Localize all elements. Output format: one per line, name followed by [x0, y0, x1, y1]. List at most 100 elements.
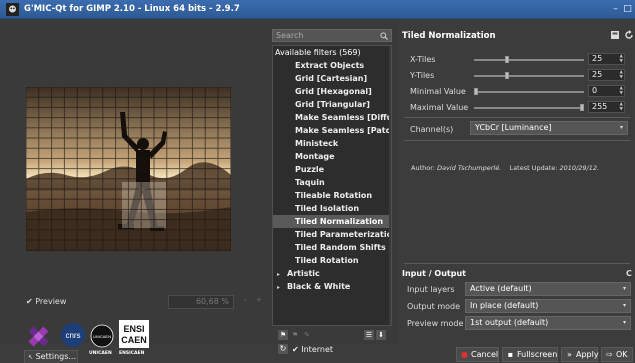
- copy-icon[interactable]: [610, 30, 620, 40]
- x-tiles-spinbox[interactable]: 25 ▲ ▼: [588, 53, 625, 65]
- splitter[interactable]: [404, 263, 630, 264]
- slider-handle[interactable]: [505, 56, 509, 63]
- filter-item[interactable]: Tiled Isolation: [273, 202, 391, 215]
- gmic-app-icon: [6, 3, 19, 16]
- cancel-button[interactable]: ● Cancel: [456, 347, 499, 362]
- preview-mode-value: 1st output (default): [470, 318, 549, 327]
- rename-icon[interactable]: ✎: [302, 330, 312, 340]
- filter-item[interactable]: Puzzle: [273, 163, 391, 176]
- chevron-down-icon: ▾: [622, 285, 626, 292]
- x-tiles-label: X-Tiles: [410, 55, 436, 64]
- spin-arrows-icon[interactable]: ▲ ▼: [620, 86, 623, 96]
- zoom-out-button[interactable]: -: [239, 295, 251, 309]
- filter-item[interactable]: Extract Objects: [273, 59, 391, 72]
- filter-item[interactable]: Ministeck: [273, 137, 391, 150]
- maximal-value-spinbox[interactable]: 255 ▲ ▼: [588, 101, 625, 113]
- filter-item[interactable]: Tiled Random Shifts: [273, 241, 391, 254]
- preview-image[interactable]: [26, 87, 231, 251]
- apply-icon: »: [567, 350, 572, 359]
- cancel-icon: ●: [461, 350, 468, 359]
- filter-item[interactable]: Taquin: [273, 176, 391, 189]
- ensicaen-logo: ENSI CAEN: [119, 320, 149, 348]
- maximal-value-label: Maximal Value: [410, 103, 469, 112]
- minimize-button[interactable]: –: [610, 4, 621, 15]
- minimal-value-slider[interactable]: [474, 88, 584, 95]
- checkmark-icon: ✔: [26, 297, 33, 306]
- filter-item[interactable]: Grid [Cartesian]: [273, 72, 391, 85]
- apply-button[interactable]: » Apply: [561, 347, 599, 362]
- divider: [404, 117, 630, 118]
- maximize-button[interactable]: □: [622, 4, 633, 15]
- fullscreen-icon: ▪: [507, 350, 514, 359]
- author-info: Author: David Tschumperlé. Latest Update…: [411, 164, 599, 172]
- settings-label: Settings...: [35, 352, 77, 361]
- zoom-level-field[interactable]: 60,68 %: [168, 295, 234, 309]
- update-prefix: Latest Update:: [509, 164, 558, 172]
- checkmark-icon: ✔: [292, 345, 299, 354]
- author-name: David Tschumperlé.: [437, 164, 502, 172]
- y-tiles-slider[interactable]: [474, 72, 584, 79]
- preview-label: Preview: [35, 297, 67, 306]
- output-mode-dropdown[interactable]: In place (default) ▾: [465, 299, 631, 313]
- chevron-down-icon: ▾: [619, 124, 623, 131]
- apply-label: Apply: [576, 350, 599, 359]
- x-tiles-slider[interactable]: [474, 56, 584, 63]
- divider: [404, 140, 630, 141]
- ok-icon: ⇨: [606, 350, 613, 359]
- preview-toggle[interactable]: ✔ Preview: [26, 297, 66, 306]
- minimal-value-label: Minimal Value: [410, 87, 466, 96]
- filter-item[interactable]: Tiled Parameterization: [273, 228, 391, 241]
- logo-caption-unicaen: UNICAEN: [89, 351, 112, 356]
- filter-item[interactable]: Tileable Rotation: [273, 189, 391, 202]
- preview-mode-label: Preview mode: [407, 319, 464, 328]
- visibility-icon[interactable]: ☰: [364, 330, 374, 340]
- channels-value: YCbCr [Luminance]: [475, 123, 552, 132]
- slider-handle[interactable]: [580, 104, 584, 111]
- filter-item[interactable]: Grid [Triangular]: [273, 98, 391, 111]
- filter-item[interactable]: Grid [Hexagonal]: [273, 85, 391, 98]
- preview-mode-dropdown[interactable]: 1st output (default) ▾: [465, 316, 631, 330]
- filter-item[interactable]: Tiled Rotation: [273, 254, 391, 267]
- filter-toolbar: ⚑ ⚑ ✎ ☰ ⬇: [274, 330, 392, 342]
- expand-collapse-icon[interactable]: ⬇: [376, 330, 386, 340]
- fullscreen-button[interactable]: ▪ Fullscreen: [502, 347, 558, 362]
- channels-dropdown[interactable]: YCbCr [Luminance] ▾: [470, 121, 628, 135]
- y-tiles-spinbox[interactable]: 25 ▲ ▼: [588, 69, 625, 81]
- favorite-add-icon[interactable]: ⚑: [278, 330, 288, 340]
- filter-category-artistic[interactable]: ▸ Artistic: [273, 267, 391, 280]
- filter-item[interactable]: Make Seamless [Patch-: [273, 124, 391, 137]
- filter-item[interactable]: Make Seamless [Diffusi: [273, 111, 391, 124]
- spin-arrows-icon[interactable]: ▲ ▼: [620, 102, 623, 112]
- filter-tree[interactable]: Available filters (569) Extract Objects …: [272, 45, 392, 326]
- input-layers-value: Active (default): [470, 284, 532, 293]
- svg-text:cnrs: cnrs: [65, 331, 80, 340]
- search-input[interactable]: Search: [272, 29, 392, 42]
- input-layers-dropdown[interactable]: Active (default) ▾: [465, 282, 631, 296]
- reset-icon[interactable]: [624, 30, 634, 40]
- favorite-remove-icon[interactable]: ⚑: [290, 330, 300, 340]
- input-layers-label: Input layers: [407, 285, 455, 294]
- filter-category-black-white[interactable]: ▸ Black & White: [273, 280, 391, 293]
- minimal-value-spinbox[interactable]: 0 ▲ ▼: [588, 85, 625, 97]
- internet-toggle[interactable]: ✔ Internet: [292, 345, 333, 354]
- filter-item[interactable]: Montage: [273, 150, 391, 163]
- greyc-logo: [28, 326, 49, 347]
- refresh-icon[interactable]: ↻: [278, 344, 288, 354]
- search-icon: [380, 32, 388, 40]
- spin-arrows-icon[interactable]: ▲ ▼: [620, 54, 623, 64]
- tree-scrollbar[interactable]: [389, 46, 391, 325]
- chevron-down-icon: ▾: [622, 319, 626, 326]
- maximal-value-slider[interactable]: [474, 104, 584, 111]
- settings-button[interactable]: ↖ Settings...: [24, 350, 78, 363]
- spin-arrows-icon[interactable]: ▲ ▼: [620, 70, 623, 80]
- ok-label: OK: [616, 350, 628, 359]
- slider-handle[interactable]: [474, 88, 478, 95]
- spin-value: 25: [592, 70, 603, 79]
- io-collapse-icon[interactable]: C: [626, 269, 632, 278]
- zoom-in-button[interactable]: +: [252, 295, 266, 309]
- filter-item-selected[interactable]: Tiled Normalization: [273, 215, 391, 228]
- settings-icon: ↖: [28, 354, 34, 361]
- author-prefix: Author:: [411, 164, 435, 172]
- ok-button[interactable]: ⇨ OK: [601, 347, 633, 362]
- slider-handle[interactable]: [505, 72, 509, 79]
